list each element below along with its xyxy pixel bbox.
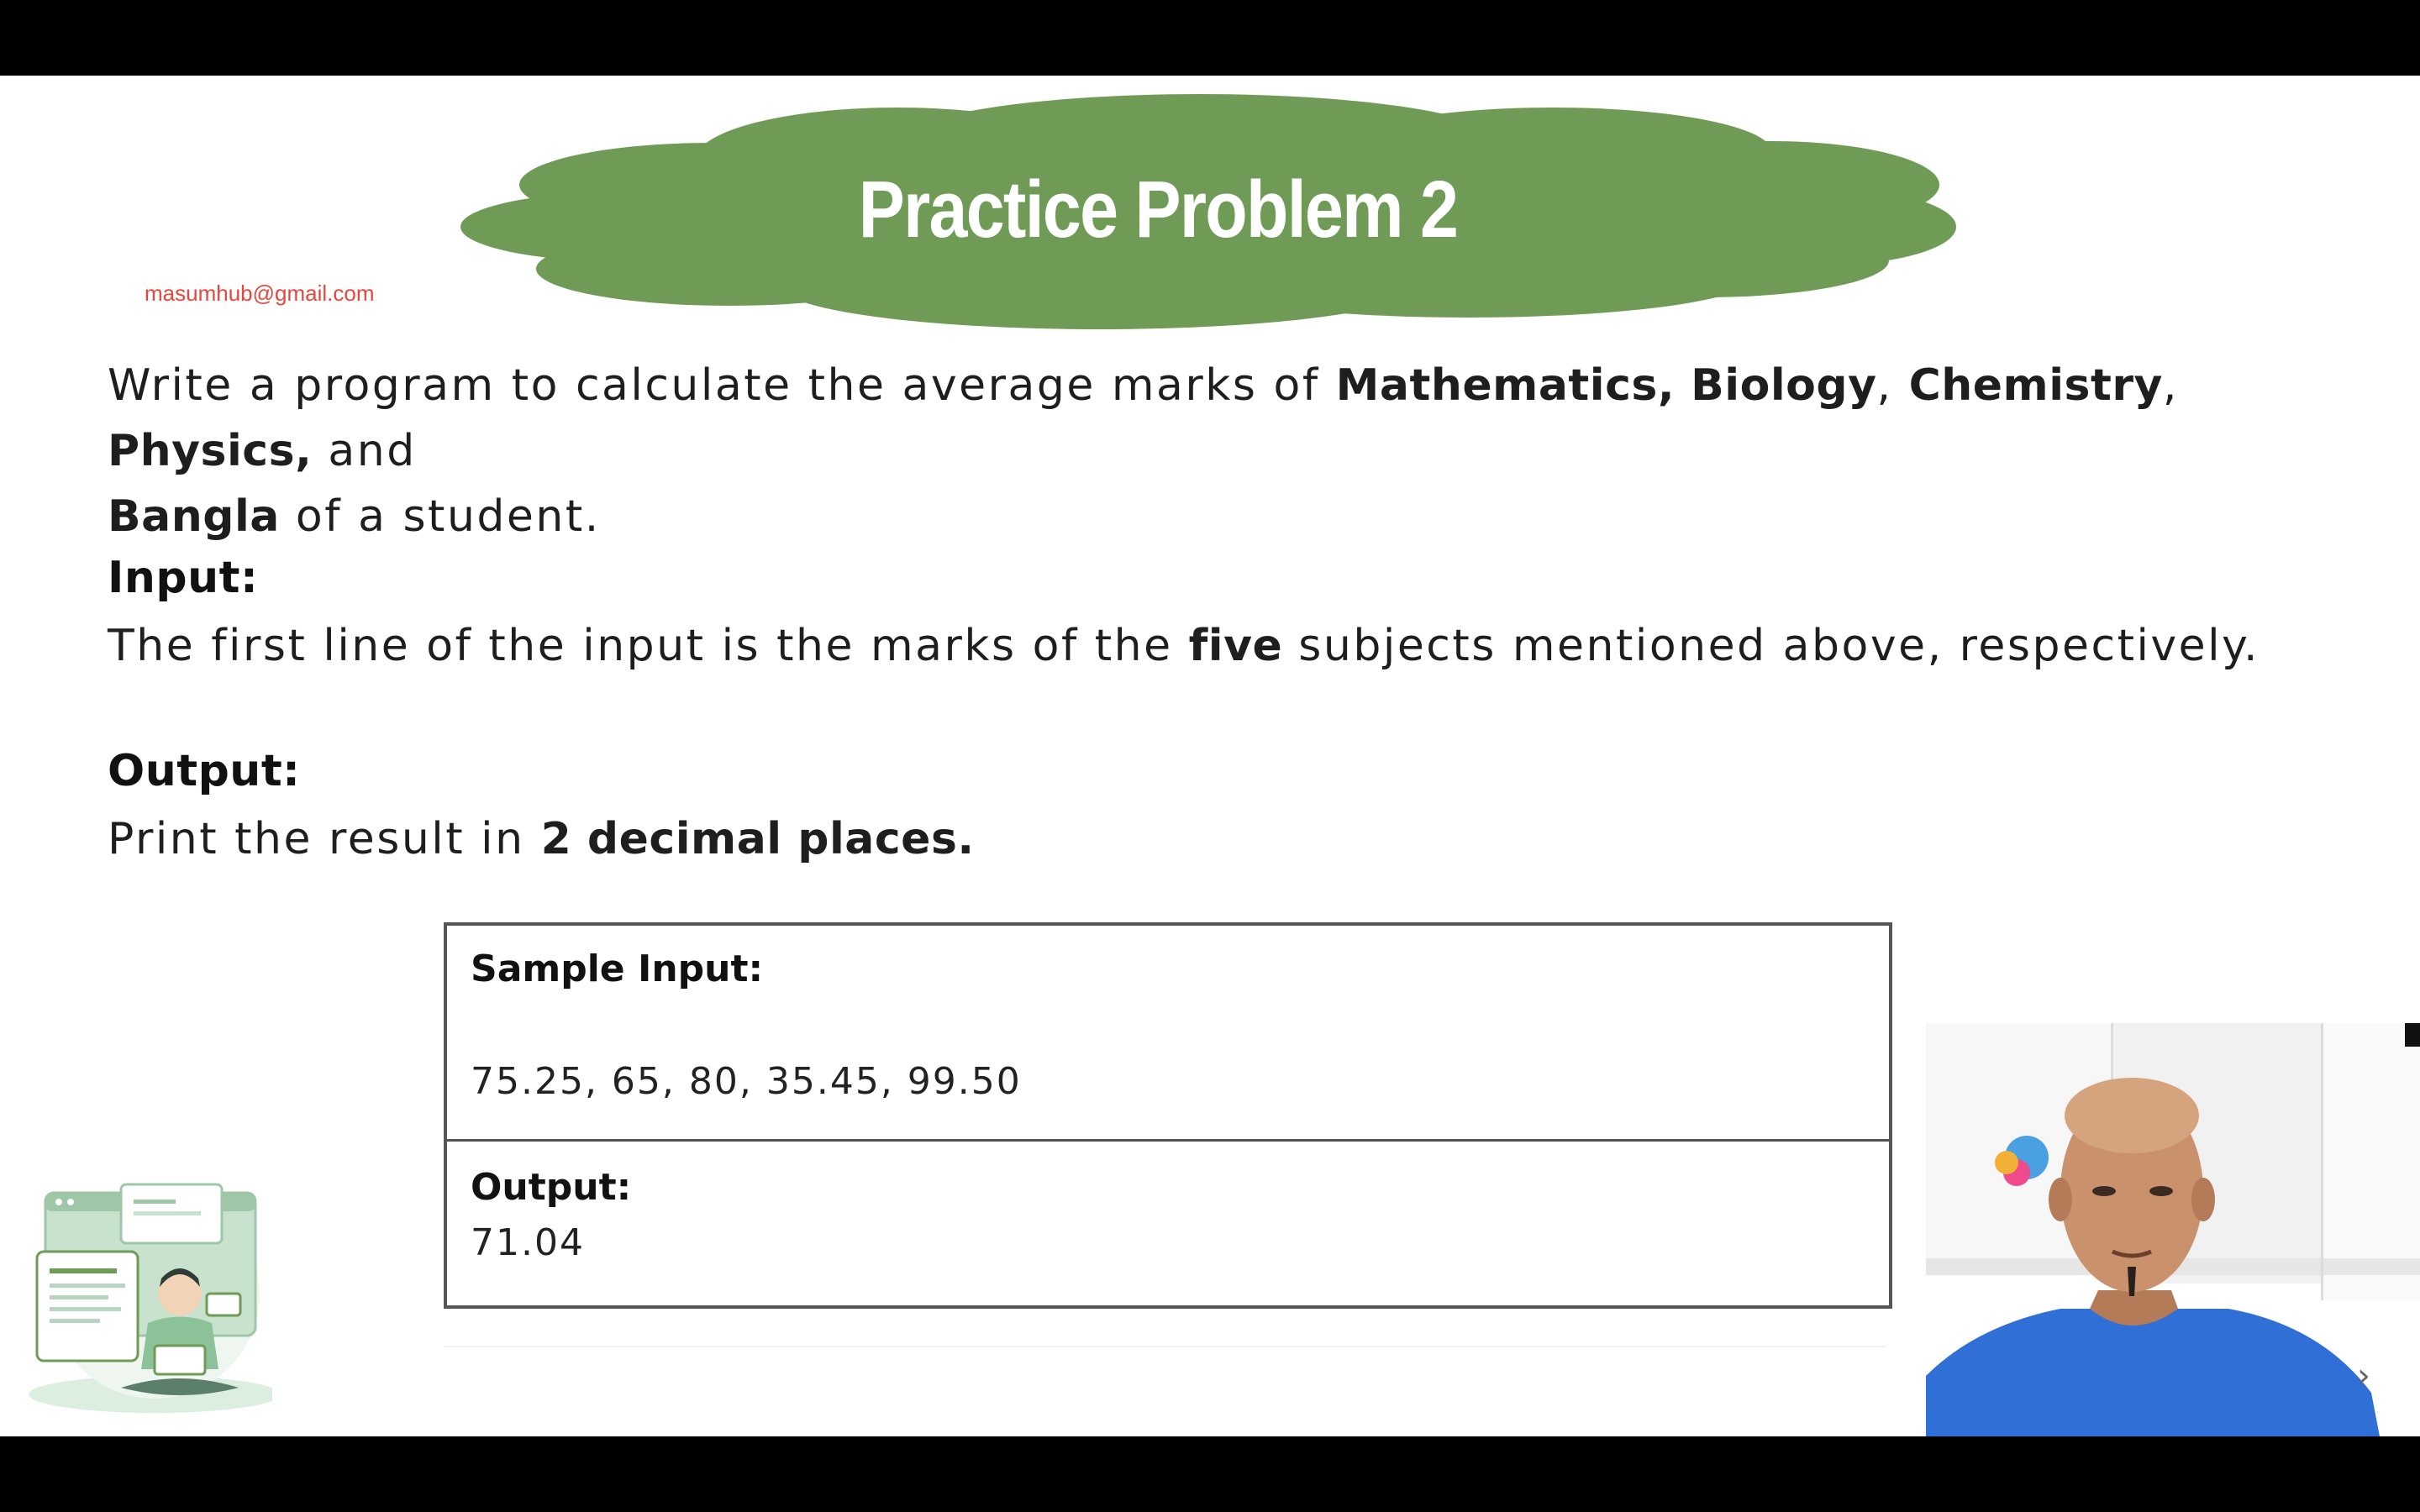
input-heading: Input:: [108, 553, 259, 603]
top-letterbox: [0, 0, 2420, 76]
problem-intro: Write a program to calculate the average…: [108, 360, 1336, 411]
input-text-after: subjects mentioned above, respectively.: [1282, 621, 2260, 671]
comma: ,: [1876, 360, 1893, 411]
sample-input-value: 75.25, 65, 80, 35.45, 99.50: [471, 1060, 1022, 1103]
edge-marker: [2405, 1023, 2420, 1047]
presenter-webcam: [1926, 1023, 2420, 1436]
chevron-right-icon[interactable]: ›: [2351, 1359, 2376, 1393]
output-text-before: Print the result in: [108, 814, 541, 864]
divider-line: [444, 1346, 1886, 1347]
watermark-email: masumhub@gmail.com: [145, 281, 375, 306]
subject-chemistry: Chemistry: [1908, 360, 2163, 411]
sample-input-label: Sample Input:: [471, 948, 764, 990]
sample-io-table: Sample Input: 75.25, 65, 80, 35.45, 99.5…: [444, 922, 1892, 1309]
sample-output-label: Output:: [471, 1166, 632, 1209]
subject-bangla: Bangla: [108, 491, 280, 542]
bottom-letterbox: [0, 1436, 2420, 1512]
presentation-slide: Practice Problem 2 masumhub@gmail.com Wr…: [0, 76, 2420, 1436]
comma: ,: [2162, 360, 2179, 411]
output-description: Print the result in 2 decimal places.: [108, 806, 975, 872]
problem-outro: of a student.: [279, 491, 601, 542]
developer-illustration-icon: [29, 1183, 272, 1413]
subject-math: Mathematics,: [1335, 360, 1676, 411]
and-word: and: [312, 426, 417, 476]
sample-output-value: 71.04: [471, 1221, 585, 1264]
table-divider: [447, 1139, 1889, 1142]
subject-physics: Physics,: [108, 426, 313, 476]
slide-title: Practice Problem 2: [858, 165, 1459, 255]
input-text-before: The first line of the input is the marks…: [108, 621, 1189, 671]
problem-statement: Write a program to calculate the average…: [108, 353, 2309, 549]
subject-biology: Biology: [1691, 360, 1877, 411]
input-emphasis: five: [1188, 621, 1283, 671]
output-heading: Output:: [108, 746, 301, 796]
output-emphasis: 2 decimal places.: [540, 814, 975, 864]
input-description: The first line of the input is the marks…: [108, 613, 2260, 679]
